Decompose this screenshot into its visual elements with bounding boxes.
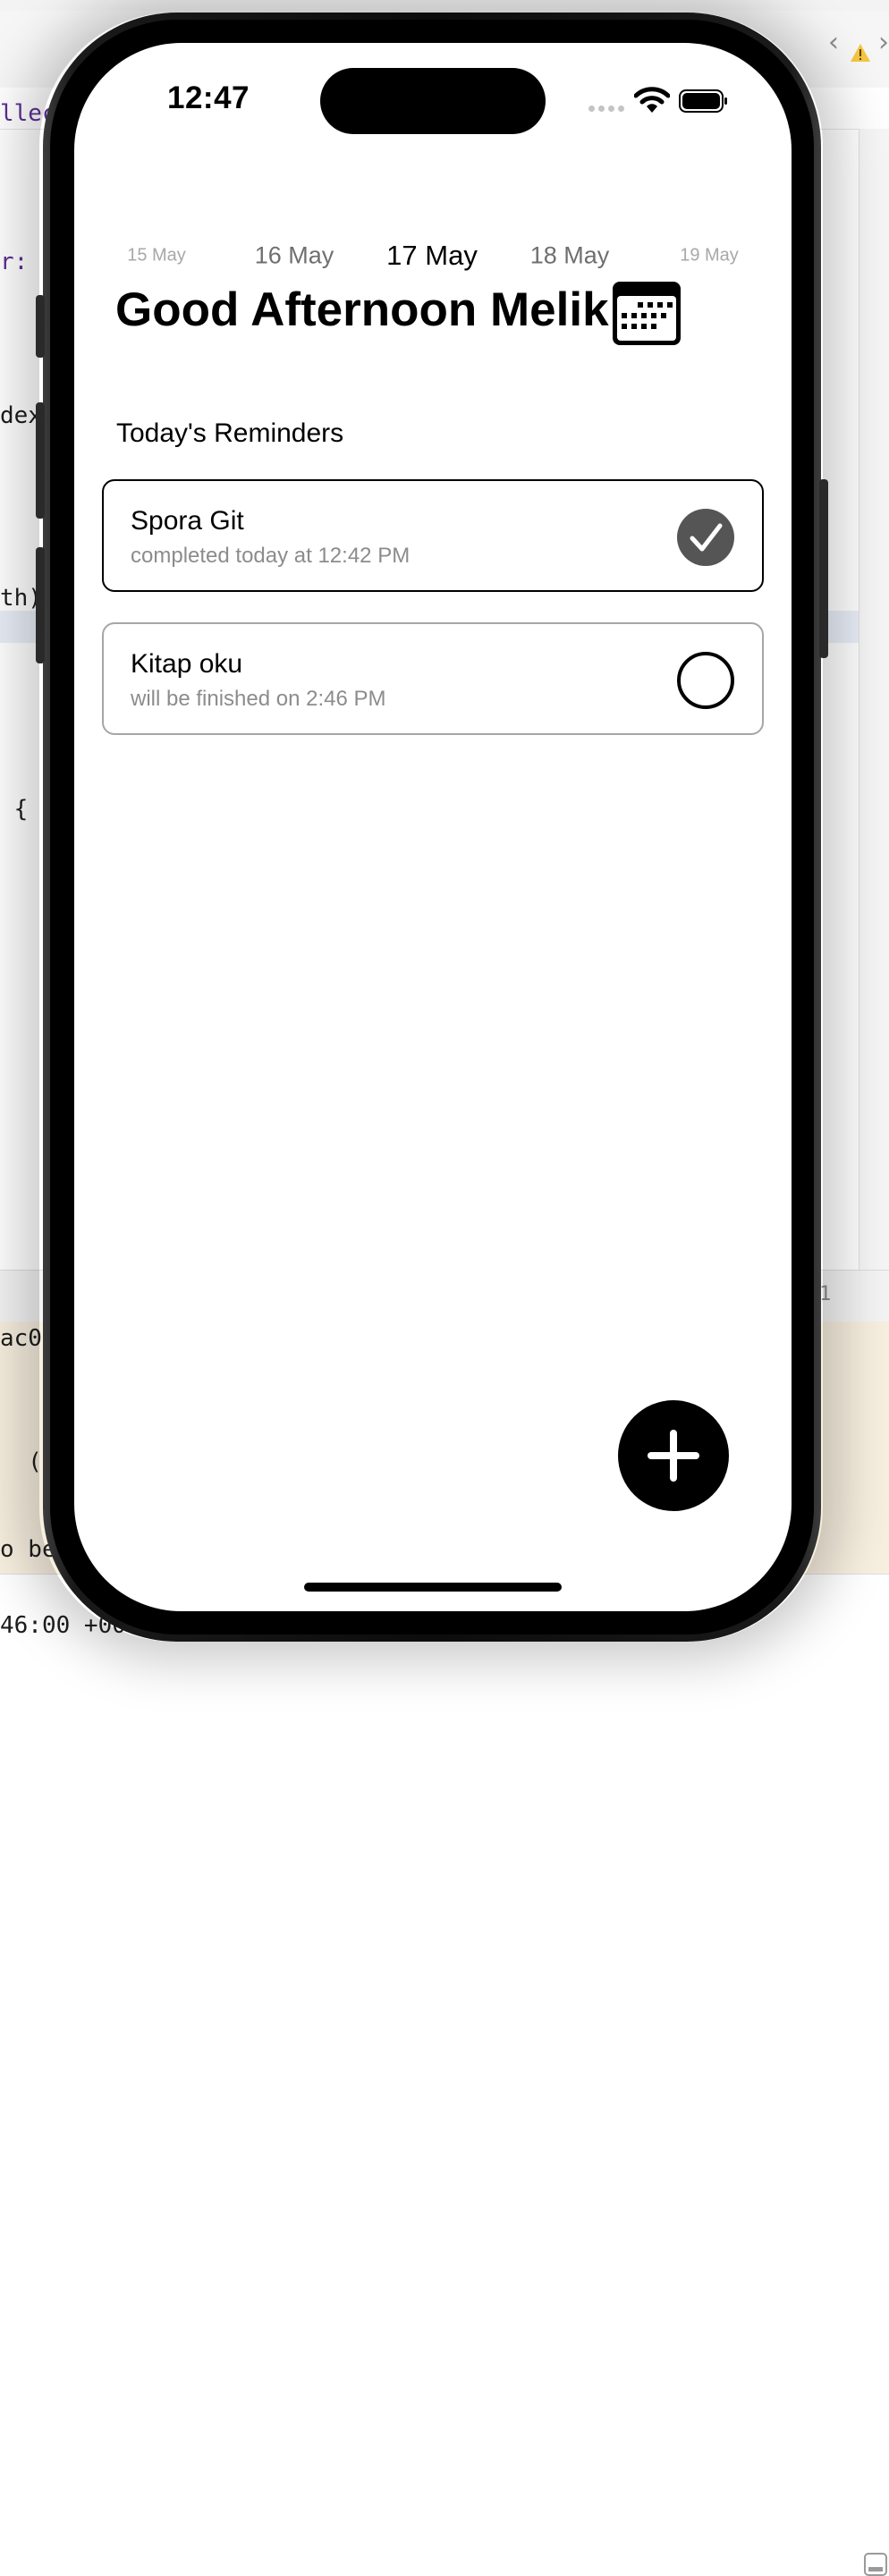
calendar-icon — [613, 282, 681, 345]
warning-icon[interactable] — [850, 43, 871, 63]
plus-icon — [648, 1430, 699, 1482]
reminder-subtitle: will be finished on 2:46 PM — [131, 687, 386, 711]
console-toggle-icon[interactable] — [864, 2553, 887, 2576]
home-indicator — [304, 1583, 562, 1592]
code-line: { — [0, 796, 29, 823]
date-option[interactable]: 16 May — [255, 242, 334, 270]
volume-down-button — [36, 547, 45, 663]
editor-minimap[interactable] — [859, 129, 889, 1270]
date-option-selected[interactable]: 17 May — [386, 240, 478, 272]
signal-dots-icon — [588, 106, 626, 113]
reminder-title: Kitap oku — [131, 649, 243, 679]
checkmark-circle-icon — [677, 509, 734, 566]
greeting-title: Good Afternoon Melik — [115, 283, 609, 336]
wifi-icon — [634, 87, 670, 113]
app-screen: 12:47 15 May 16 May 17 May 18 May 19 May… — [74, 43, 792, 1611]
reminder-complete-toggle[interactable] — [676, 508, 735, 567]
section-title: Today's Reminders — [116, 418, 344, 448]
chevron-right-icon[interactable]: › — [878, 27, 889, 58]
empty-circle-icon — [677, 652, 734, 709]
reminder-card[interactable]: Kitap oku will be finished on 2:46 PM — [102, 622, 764, 735]
add-reminder-button[interactable] — [618, 1400, 729, 1511]
date-option[interactable]: 19 May — [680, 246, 739, 266]
reminder-card[interactable]: Spora Git completed today at 12:42 PM — [102, 479, 764, 592]
chevron-left-icon[interactable]: ‹ — [828, 27, 839, 58]
status-time: 12:47 — [167, 80, 250, 115]
power-button — [819, 479, 828, 658]
volume-up-button — [36, 402, 45, 519]
calendar-button[interactable] — [612, 281, 682, 346]
reminder-subtitle: completed today at 12:42 PM — [131, 544, 411, 568]
dynamic-island — [320, 68, 546, 134]
date-option[interactable]: 18 May — [530, 242, 610, 270]
date-option[interactable]: 15 May — [127, 246, 186, 266]
action-button — [36, 295, 45, 358]
reminder-complete-toggle[interactable] — [676, 651, 735, 710]
battery-icon — [679, 89, 727, 113]
reminder-title: Spora Git — [131, 506, 244, 536]
